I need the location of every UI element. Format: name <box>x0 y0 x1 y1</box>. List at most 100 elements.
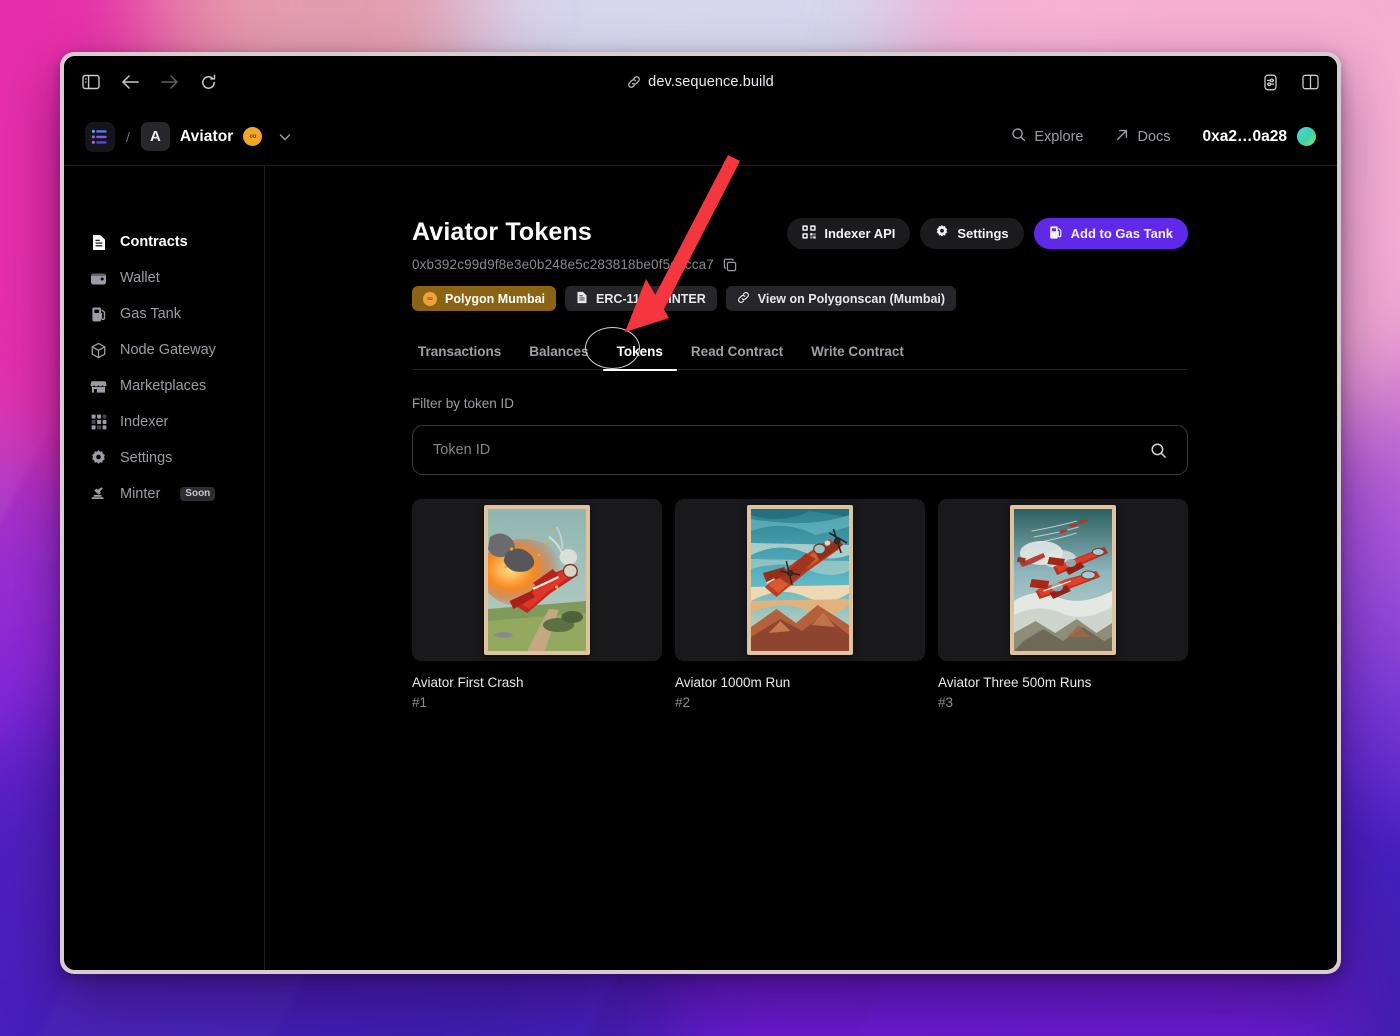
docs-label: Docs <box>1137 128 1171 145</box>
sidebar-item-label: Wallet <box>120 270 160 286</box>
token-id: #1 <box>412 695 428 710</box>
token-artwork-formation <box>1010 505 1116 655</box>
grid-blocks-icon <box>90 414 107 431</box>
browser-window: dev.sequence.build / A Aviator ∞ Explore… <box>60 52 1341 974</box>
sidebar-item-badge: Soon <box>180 487 216 501</box>
link-icon <box>627 75 641 89</box>
search-icon[interactable] <box>1150 442 1167 459</box>
sidebar: Contracts Wallet Gas Tank Node Gateway M… <box>64 166 265 970</box>
sidebar-item-label: Marketplaces <box>120 378 207 394</box>
sidebar-item-indexer[interactable]: Indexer <box>64 404 264 440</box>
explore-label: Explore <box>1034 128 1084 145</box>
back-icon[interactable] <box>119 71 141 93</box>
tab-bar: Transactions Balances Tokens Read Contra… <box>412 343 1188 371</box>
search-icon <box>1011 127 1026 146</box>
tab-balances[interactable]: Balances <box>515 344 602 370</box>
tab-transactions[interactable]: Transactions <box>412 344 515 370</box>
sidebar-item-settings[interactable]: Settings <box>64 440 264 476</box>
token-id: #3 <box>938 695 954 710</box>
url-bar[interactable]: dev.sequence.build <box>64 74 1337 90</box>
forward-icon[interactable] <box>158 71 180 93</box>
gas-pump-icon <box>90 306 107 323</box>
project-avatar: A <box>140 122 170 151</box>
tab-label: Transactions <box>418 344 502 359</box>
stamp-icon <box>90 486 107 503</box>
token-name: Aviator 1000m Run <box>675 675 791 690</box>
url-text[interactable]: dev.sequence.build <box>648 74 774 90</box>
docs-link[interactable]: Docs <box>1099 128 1186 146</box>
token-artwork-bomber <box>747 505 853 655</box>
wallet-address[interactable]: 0xa2…0a28 <box>1203 128 1287 146</box>
network-badge-icon: ∞ <box>243 127 263 146</box>
sidebar-item-minter[interactable]: Minter Soon <box>64 476 264 512</box>
search-input[interactable] <box>433 442 1150 458</box>
page-title: Aviator Tokens <box>412 218 592 246</box>
badge-label: ERC-1155-MINTER <box>596 291 706 306</box>
browser-toolbar: dev.sequence.build <box>64 56 1337 108</box>
avatar[interactable] <box>1297 127 1316 146</box>
sequence-logo-icon[interactable] <box>85 121 115 152</box>
token-grid: Aviator First Crash #1 Aviator 1000m Run… <box>412 499 1188 710</box>
tab-label: Write Contract <box>811 344 904 359</box>
token-card[interactable]: Aviator 1000m Run #2 <box>675 499 925 710</box>
tab-read-contract[interactable]: Read Contract <box>677 344 797 370</box>
reload-icon[interactable] <box>197 71 219 93</box>
add-to-gas-tank-button[interactable]: Add to Gas Tank <box>1033 218 1188 249</box>
tab-write-contract[interactable]: Write Contract <box>797 344 918 370</box>
sidebar-item-label: Settings <box>120 450 173 466</box>
settings-button[interactable]: Settings <box>920 218 1024 249</box>
sidebar-toggle-icon[interactable] <box>80 71 102 93</box>
contract-icon <box>90 234 107 251</box>
contract-badges: ∞ Polygon Mumbai ERC-1155-MINTER View on… <box>412 286 1188 311</box>
token-thumbnail <box>938 499 1188 661</box>
tab-label: Read Contract <box>690 344 784 359</box>
breadcrumb-separator: / <box>126 128 130 145</box>
button-label: Settings <box>957 226 1009 241</box>
copy-icon[interactable] <box>723 258 737 272</box>
link-icon <box>737 291 750 307</box>
tab-label: Tokens <box>616 344 663 359</box>
standard-badge: ERC-1155-MINTER <box>565 286 717 311</box>
reader-view-icon[interactable] <box>1259 71 1281 93</box>
sidebar-item-label: Minter <box>120 486 161 502</box>
filter-label: Filter by token ID <box>412 396 515 411</box>
gas-pump-icon <box>1049 225 1063 243</box>
polygonscan-link-badge[interactable]: View on Polygonscan (Mumbai) <box>725 286 957 311</box>
app-topbar: / A Aviator ∞ Explore Docs 0xa2…0a28 <box>64 108 1337 166</box>
token-name: Aviator First Crash <box>412 675 524 690</box>
project-selector[interactable]: A Aviator ∞ <box>140 122 263 151</box>
tab-tokens[interactable]: Tokens <box>602 344 678 371</box>
external-link-icon <box>1115 128 1129 146</box>
polygon-icon: ∞ <box>423 291 437 306</box>
button-label: Add to Gas Tank <box>1070 226 1173 241</box>
sidebar-item-gas-tank[interactable]: Gas Tank <box>64 296 264 332</box>
token-id-search[interactable] <box>412 425 1188 475</box>
gear-icon <box>90 449 107 467</box>
tab-label: Balances <box>529 344 589 359</box>
sidebar-item-marketplaces[interactable]: Marketplaces <box>64 368 264 404</box>
token-thumbnail <box>675 499 925 661</box>
explore-link[interactable]: Explore <box>995 127 1099 146</box>
sidebar-item-label: Node Gateway <box>120 342 216 358</box>
tabs-overview-icon[interactable] <box>1299 71 1321 93</box>
button-label: Indexer API <box>824 226 896 241</box>
qr-code-icon <box>802 225 816 242</box>
token-id: #2 <box>675 695 691 710</box>
wallet-icon <box>90 270 107 287</box>
sidebar-item-label: Indexer <box>120 414 169 430</box>
page-header: Aviator Tokens 0xb392c99d9f8e3e0b248e5c2… <box>412 218 1188 272</box>
contract-address: 0xb392c99d9f8e3e0b248e5c283818be0f5cecca… <box>412 257 714 272</box>
chevron-down-icon[interactable] <box>277 129 293 145</box>
cube-icon <box>90 342 107 359</box>
token-card[interactable]: Aviator First Crash #1 <box>412 499 662 710</box>
token-artwork-crash <box>484 505 590 655</box>
gear-icon <box>935 225 949 242</box>
indexer-api-button[interactable]: Indexer API <box>787 218 911 249</box>
main-content: Aviator Tokens 0xb392c99d9f8e3e0b248e5c2… <box>265 166 1337 970</box>
sidebar-item-node-gateway[interactable]: Node Gateway <box>64 332 264 368</box>
desktop-wallpaper: dev.sequence.build / A Aviator ∞ Explore… <box>0 0 1400 1036</box>
sidebar-item-wallet[interactable]: Wallet <box>64 260 264 296</box>
token-card[interactable]: Aviator Three 500m Runs #3 <box>938 499 1188 710</box>
contract-address-row: 0xb392c99d9f8e3e0b248e5c283818be0f5cecca… <box>412 257 737 272</box>
sidebar-item-contracts[interactable]: Contracts <box>64 224 264 260</box>
